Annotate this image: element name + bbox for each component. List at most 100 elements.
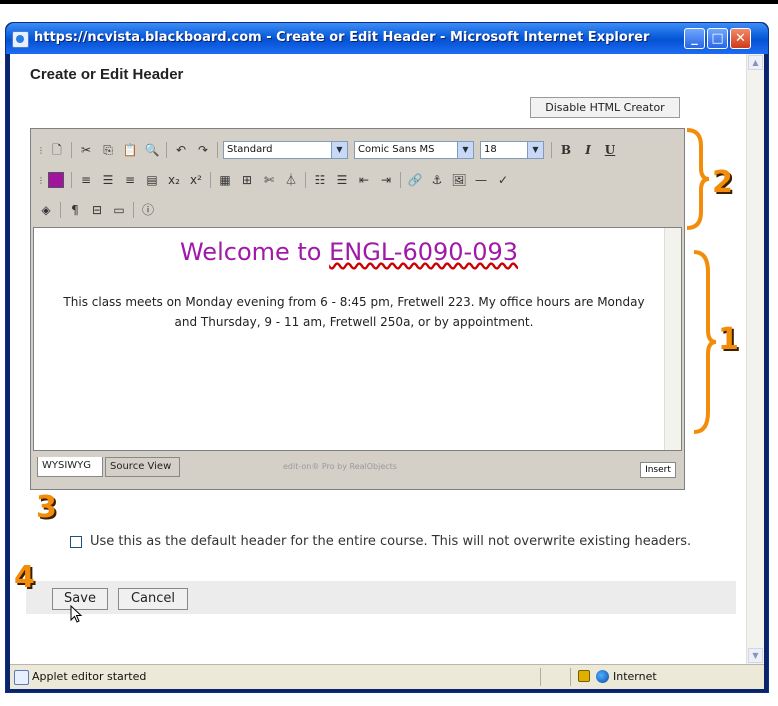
security-zone-text: Internet — [613, 670, 657, 683]
cut-icon[interactable]: ✂ — [77, 141, 95, 159]
horizontal-rule-icon[interactable]: — — [472, 171, 490, 189]
numbered-list-icon[interactable]: ☰ — [333, 171, 351, 189]
annotation-3: 3 — [36, 490, 57, 525]
copy-icon[interactable]: ⎘ — [99, 141, 117, 159]
new-document-icon[interactable]: 🗋 — [48, 141, 66, 159]
status-divider — [540, 668, 541, 686]
brace-2-icon — [686, 128, 710, 230]
toolbar-separator — [71, 142, 72, 158]
font-family-select[interactable]: Comic Sans MS ▼ — [354, 141, 474, 159]
annotation-2: 2 — [712, 165, 733, 200]
brace-1-icon — [693, 250, 717, 434]
paragraph-mark-icon[interactable]: ¶ — [66, 201, 84, 219]
toolbar-separator — [305, 172, 306, 188]
bullet-list-icon[interactable]: ☷ — [311, 171, 329, 189]
superscript-icon[interactable]: x² — [187, 171, 205, 189]
chevron-down-icon[interactable]: ▼ — [527, 142, 543, 158]
toolbar-row-3: ◈ ¶ ⊟ ▭ ⓘ — [37, 199, 161, 221]
editor-branding: edit-on® Pro by RealObjects — [283, 462, 397, 471]
align-left-icon[interactable]: ≡ — [77, 171, 95, 189]
plugin-icon[interactable]: ◈ — [37, 201, 55, 219]
table-icon[interactable]: ▦ — [216, 171, 234, 189]
redo-icon[interactable]: ↷ — [194, 141, 212, 159]
lock-icon — [578, 670, 590, 682]
toolbar-grip-icon[interactable]: ⋮ — [37, 146, 45, 155]
top-border — [0, 0, 778, 4]
page-content: Create or Edit Header Disable HTML Creat… — [10, 54, 764, 664]
globe-icon — [596, 670, 609, 683]
scroll-down-icon[interactable]: ▼ — [748, 648, 763, 663]
form-icon[interactable]: ⊟ — [88, 201, 106, 219]
undo-icon[interactable]: ↶ — [172, 141, 190, 159]
editor-scrollbar[interactable] — [664, 228, 681, 450]
underline-button[interactable]: U — [601, 141, 619, 159]
paragraph-style-select[interactable]: Standard ▼ — [223, 141, 348, 159]
toolbar-grip-icon[interactable]: ⋮ — [37, 176, 45, 185]
align-right-icon[interactable]: ≡ — [121, 171, 139, 189]
heading-course-code: ENGL-6090-093 — [329, 238, 518, 266]
toolbar-separator — [60, 202, 61, 218]
annotation-4: 4 — [14, 560, 35, 595]
annotation-1: 1 — [718, 322, 739, 357]
browser-window: https://ncvista.blackboard.com - Create … — [5, 22, 769, 693]
window-title: https://ncvista.blackboard.com - Create … — [34, 30, 650, 45]
toolbar-separator — [133, 202, 134, 218]
title-bar[interactable]: https://ncvista.blackboard.com - Create … — [6, 23, 768, 54]
status-bar: Applet editor started Internet — [10, 664, 764, 689]
toolbar-separator — [217, 142, 218, 158]
default-header-label: Use this as the default header for the e… — [90, 534, 692, 549]
minimize-button[interactable]: _ — [684, 28, 705, 49]
toolbar-row-1: ⋮ 🗋 ✂ ⎘ 📋 🔍 ↶ ↷ Standard ▼ Comic Sans MS… — [37, 139, 623, 161]
page-scrollbar[interactable]: ▲ ▼ — [746, 54, 764, 664]
find-icon[interactable]: 🔍 — [143, 141, 161, 159]
info-icon[interactable]: ⓘ — [139, 201, 157, 219]
editor-content-area[interactable]: Welcome to ENGL-6090-093 This class meet… — [33, 227, 682, 451]
outdent-icon[interactable]: ⇤ — [355, 171, 373, 189]
content-heading: Welcome to ENGL-6090-093 — [34, 238, 664, 266]
paste-icon[interactable]: 📋 — [121, 141, 139, 159]
toolbar-separator — [551, 142, 552, 158]
text-color-icon[interactable] — [48, 172, 64, 188]
italic-button[interactable]: I — [579, 141, 597, 159]
link-icon[interactable]: 🔗 — [406, 171, 424, 189]
split-cell-icon[interactable]: ✄ — [260, 171, 278, 189]
spellcheck-icon[interactable]: ✓ — [494, 171, 512, 189]
tab-wysiwyg[interactable]: WYSIWYG — [37, 457, 103, 477]
paragraph-style-value: Standard — [227, 144, 273, 155]
status-divider — [570, 668, 571, 686]
indent-icon[interactable]: ⇥ — [377, 171, 395, 189]
maximize-button[interactable]: □ — [707, 28, 728, 49]
font-size-value: 18 — [484, 144, 497, 155]
toolbar-row-2: ⋮ ≡ ☰ ≡ ▤ x₂ x² ▦ ⊞ ✄ ⏃ ☷ ☰ ⇤ ⇥ 🔗 ⚓ 🖼 — … — [37, 169, 516, 191]
font-family-value: Comic Sans MS — [358, 144, 435, 155]
content-body: This class meets on Monday evening from … — [63, 295, 645, 329]
ie-page-icon — [12, 31, 29, 48]
page-title: Create or Edit Header — [30, 66, 184, 83]
insert-row-icon[interactable]: ⊞ — [238, 171, 256, 189]
html-editor: ⋮ 🗋 ✂ ⎘ 📋 🔍 ↶ ↷ Standard ▼ Comic Sans MS… — [30, 128, 685, 490]
mouse-cursor-icon — [70, 605, 83, 623]
tab-source-view[interactable]: Source View — [105, 457, 180, 477]
button-bar: Save Cancel — [26, 581, 736, 614]
scroll-up-icon[interactable]: ▲ — [748, 55, 763, 70]
anchor-icon[interactable]: ⚓ — [428, 171, 446, 189]
cancel-button[interactable]: Cancel — [118, 588, 188, 610]
status-text: Applet editor started — [32, 670, 147, 683]
image-icon[interactable]: 🖼 — [450, 171, 468, 189]
heading-prefix: Welcome to — [179, 238, 330, 266]
align-justify-icon[interactable]: ▤ — [143, 171, 161, 189]
frame-icon[interactable]: ▭ — [110, 201, 128, 219]
ie-page-icon — [14, 670, 29, 685]
align-center-icon[interactable]: ☰ — [99, 171, 117, 189]
toolbar-separator — [400, 172, 401, 188]
chevron-down-icon[interactable]: ▼ — [331, 142, 347, 158]
chevron-down-icon[interactable]: ▼ — [457, 142, 473, 158]
filter-icon[interactable]: ⏃ — [282, 171, 300, 189]
bold-button[interactable]: B — [557, 141, 575, 159]
disable-html-creator-button[interactable]: Disable HTML Creator — [530, 97, 680, 118]
subscript-icon[interactable]: x₂ — [165, 171, 183, 189]
close-button[interactable]: ✕ — [730, 28, 751, 49]
toolbar-separator — [71, 172, 72, 188]
font-size-select[interactable]: 18 ▼ — [480, 141, 544, 159]
insert-mode-indicator: Insert — [640, 462, 676, 478]
